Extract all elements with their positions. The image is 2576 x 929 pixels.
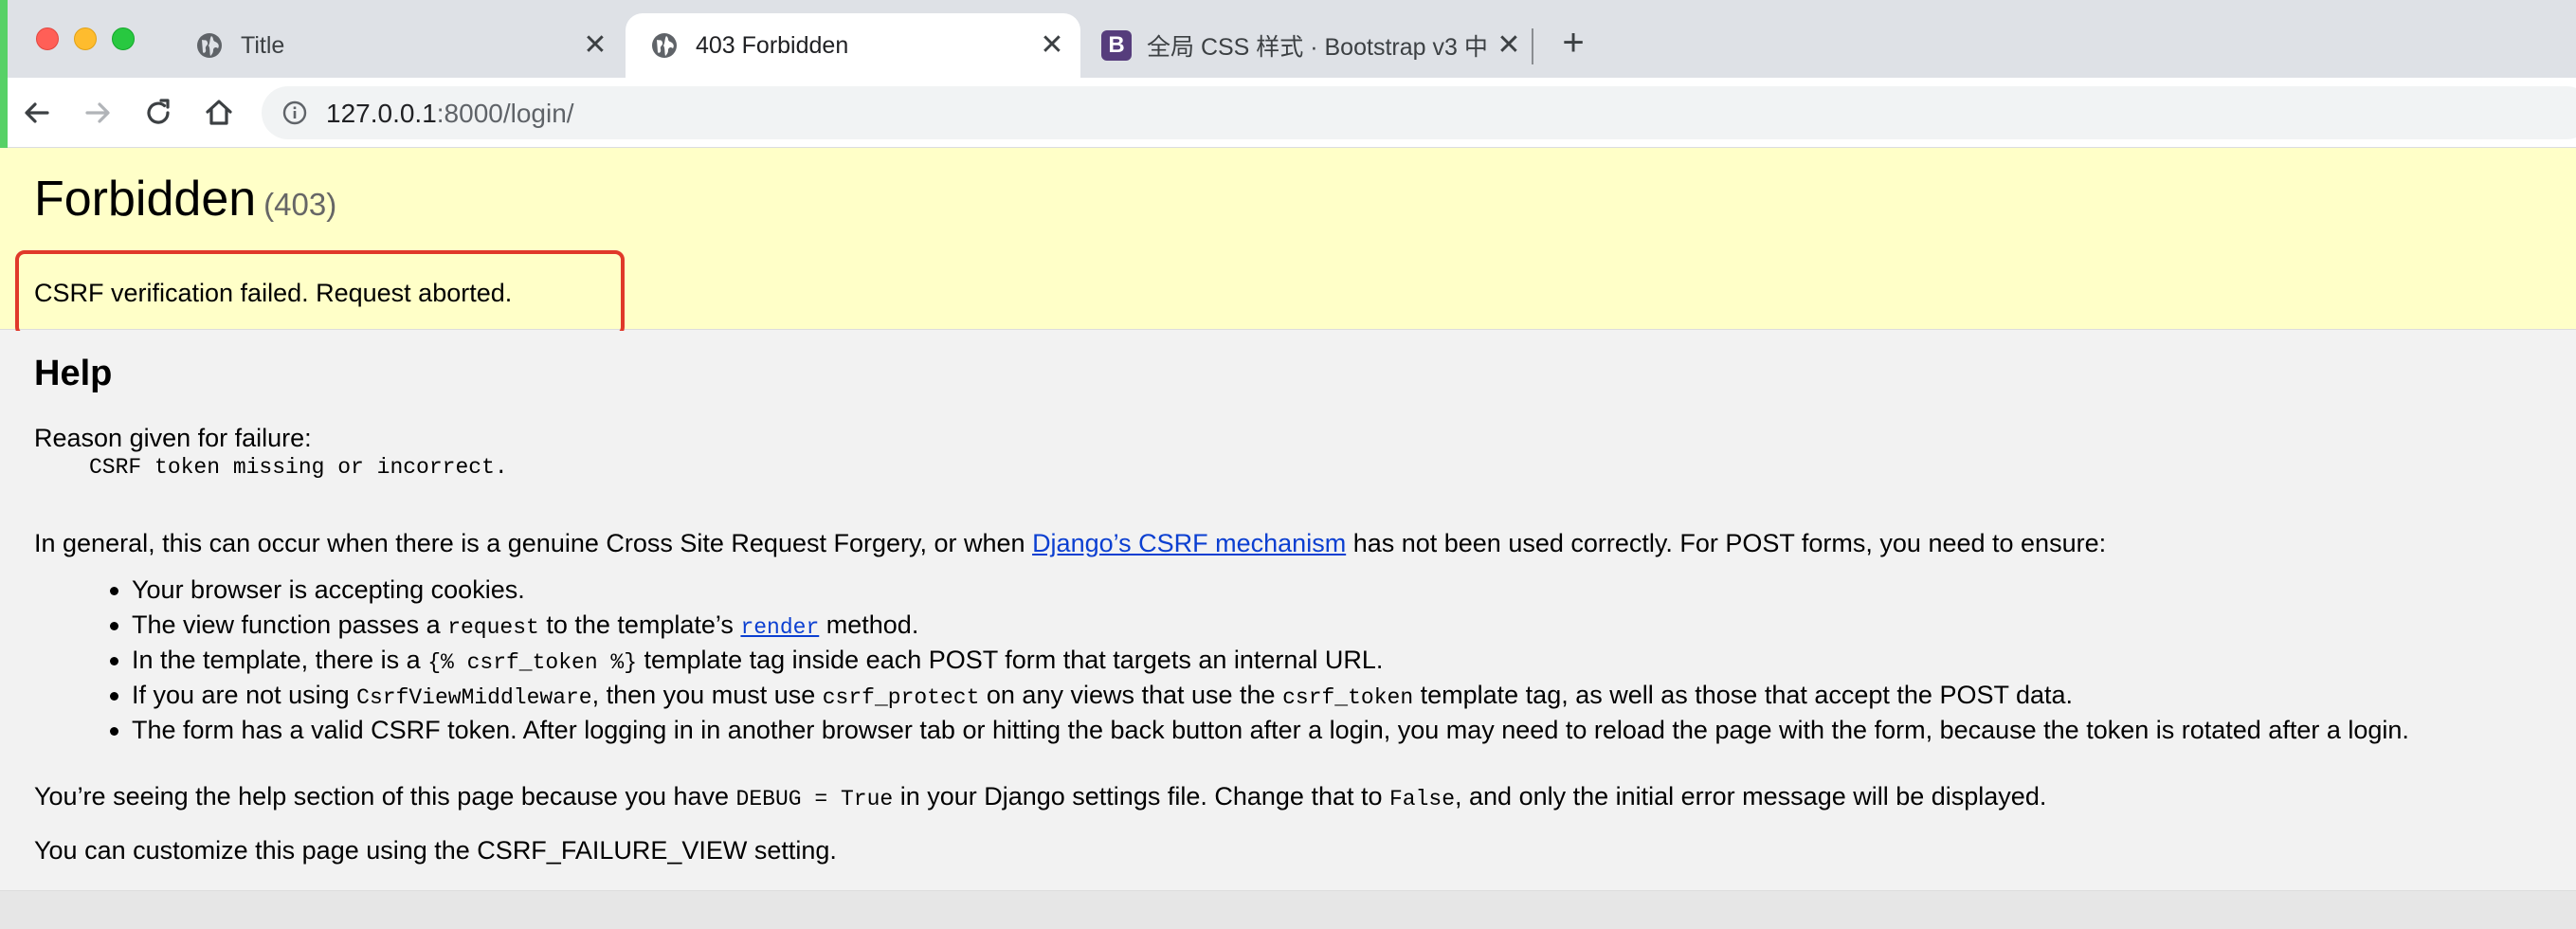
- general-paragraph: In general, this can occur when there is…: [34, 529, 2107, 557]
- render-docs-link[interactable]: render: [740, 615, 819, 640]
- zoom-window-button[interactable]: [112, 27, 135, 50]
- new-tab-button[interactable]: +: [1554, 24, 1592, 63]
- debug-paragraph: You’re seeing the help section of this p…: [34, 782, 2047, 811]
- tab-title-label: Title: [241, 31, 285, 59]
- tab-strip: Title ✕ 403 Forbidden ✕ B 全局 CSS 样式 · Bo…: [0, 0, 2576, 78]
- tab-403-forbidden[interactable]: 403 Forbidden ✕: [626, 13, 1080, 78]
- list-item: Your browser is accepting cookies.: [132, 575, 525, 604]
- tab-title[interactable]: Title ✕: [171, 13, 624, 78]
- page-footer: [0, 890, 2576, 929]
- close-tab-icon[interactable]: ✕: [582, 31, 608, 60]
- reason-label: Reason given for failure:: [34, 424, 312, 452]
- tab-title-label: 全局 CSS 样式 · Bootstrap v3 中: [1147, 34, 1488, 61]
- back-arrow-icon[interactable]: [17, 93, 57, 133]
- address-bar[interactable]: 127.0.0.1:8000/login/: [262, 86, 2576, 139]
- bootstrap-icon: B: [1101, 30, 1132, 61]
- list-bullet: [110, 587, 118, 595]
- tab-bootstrap-css[interactable]: B 全局 CSS 样式 · Bootstrap v3 中 ✕: [1082, 13, 1537, 78]
- list-bullet: [110, 692, 118, 701]
- list-item: If you are not using CsrfViewMiddleware,…: [132, 681, 2074, 710]
- minimize-window-button[interactable]: [74, 27, 97, 50]
- help-section: Help Reason given for failure: CSRF toke…: [0, 331, 2576, 892]
- tab-separator: [1532, 28, 1533, 64]
- list-bullet: [110, 622, 118, 630]
- list-item: The form has a valid CSRF token. After l…: [132, 716, 2409, 744]
- close-window-button[interactable]: [36, 27, 59, 50]
- globe-icon: [652, 33, 677, 58]
- close-tab-icon[interactable]: ✕: [1039, 31, 1065, 60]
- list-item: In the template, there is a {% csrf_toke…: [132, 646, 1384, 675]
- csrf-docs-link[interactable]: Django’s CSRF mechanism: [1032, 529, 1346, 557]
- summary-section: Forbidden (403) CSRF verification failed.…: [0, 148, 2576, 337]
- home-icon[interactable]: [199, 93, 239, 133]
- status-code: (403): [263, 187, 337, 222]
- close-tab-icon[interactable]: ✕: [1496, 31, 1522, 60]
- url-text[interactable]: 127.0.0.1:8000/login/: [326, 99, 574, 129]
- reload-icon[interactable]: [138, 93, 178, 133]
- list-bullet: [110, 727, 118, 736]
- globe-icon: [197, 33, 222, 58]
- tab-title-label: 403 Forbidden: [696, 31, 849, 59]
- forward-arrow-icon[interactable]: [78, 93, 118, 133]
- page-title: Forbidden (403): [34, 172, 337, 227]
- list-bullet: [110, 657, 118, 665]
- help-heading: Help: [34, 354, 113, 393]
- site-info-icon[interactable]: [282, 100, 307, 125]
- list-item: The view function passes a request to th…: [132, 610, 919, 640]
- error-page: Forbidden (403) CSRF verification failed.…: [0, 148, 2576, 929]
- reason-value: CSRF token missing or incorrect.: [89, 455, 508, 480]
- browser-chrome: Title ✕ 403 Forbidden ✕ B 全局 CSS 样式 · Bo…: [0, 0, 2576, 148]
- summary-message: CSRF verification failed. Request aborte…: [34, 279, 513, 307]
- browser-toolbar: 127.0.0.1:8000/login/: [0, 78, 2576, 148]
- customize-paragraph: You can customize this page using the CS…: [34, 836, 837, 865]
